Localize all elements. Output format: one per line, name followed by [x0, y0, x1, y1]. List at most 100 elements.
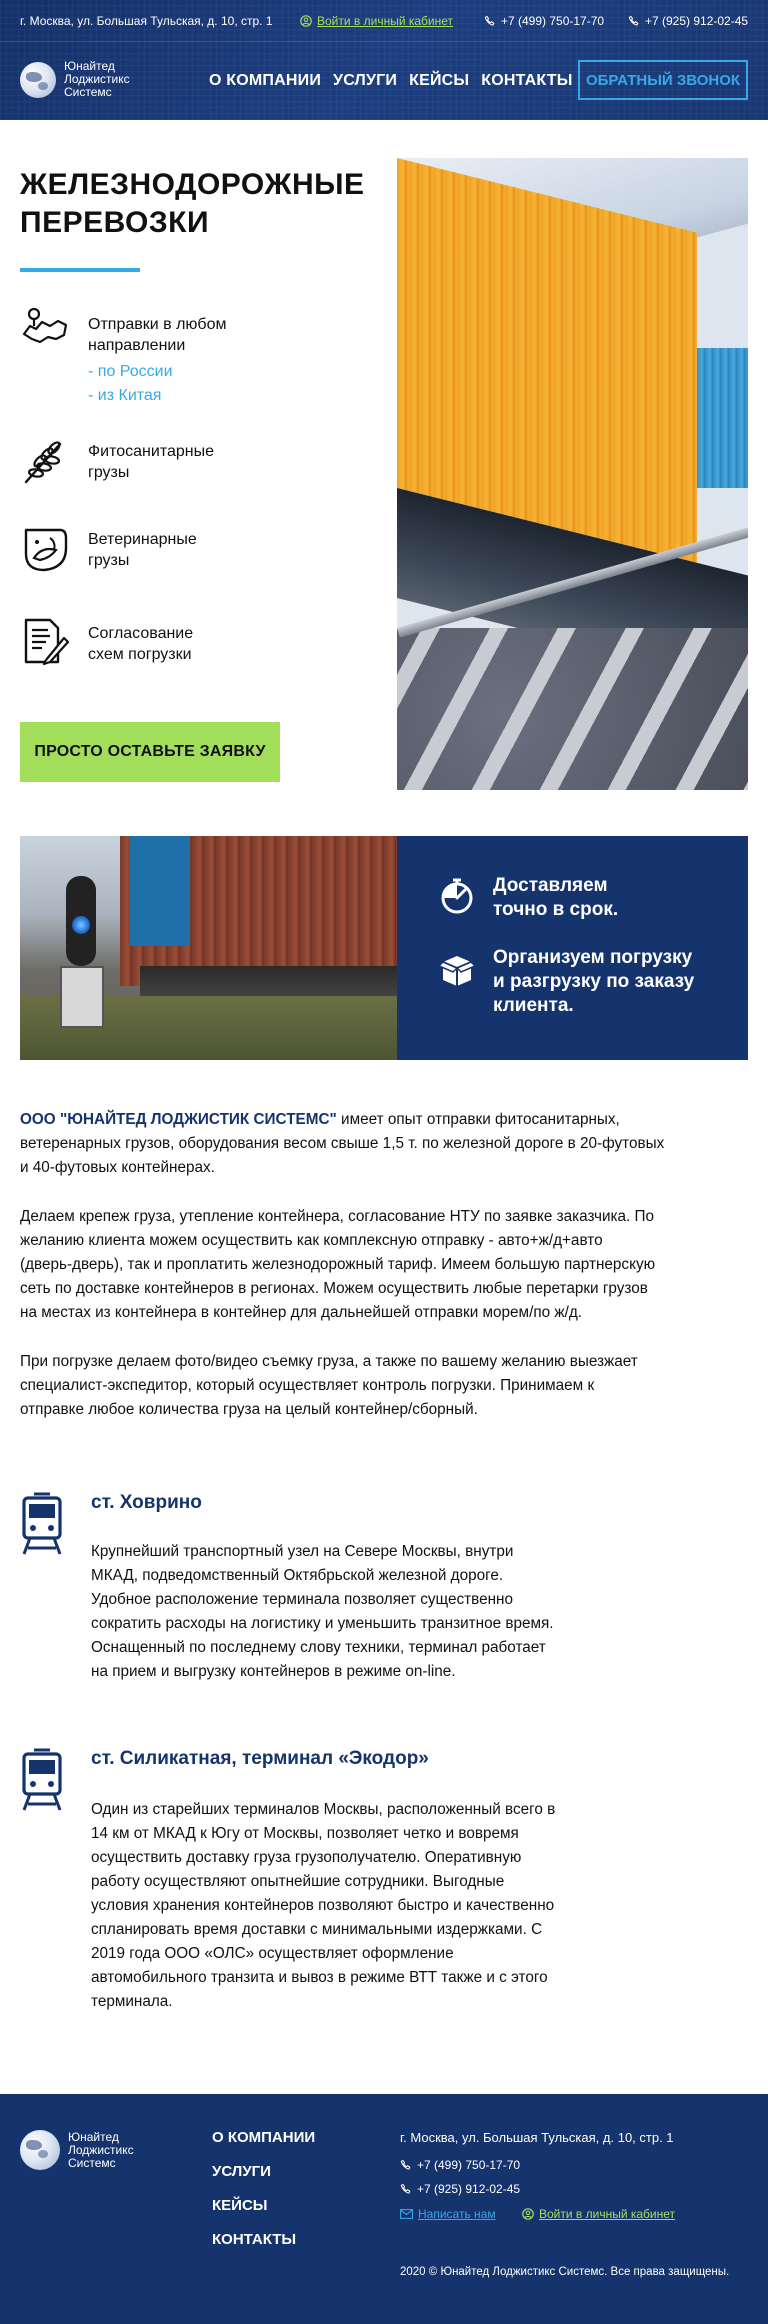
top-bar: г. Москва, ул. Большая Тульская, д. 10, … — [0, 0, 768, 42]
feature-any-direction: Отправки в любом направлении - по России… — [20, 304, 226, 404]
services-line-5: на местах из контейнера в контейнер для … — [20, 1304, 583, 1321]
fish-icon — [24, 528, 68, 572]
globe-logo-icon — [20, 2130, 60, 2170]
station-desc-line: условия хранения контейнеров позволяют б… — [91, 1897, 555, 1914]
footer-nav-about[interactable]: О КОМПАНИИ — [212, 2128, 315, 2162]
feature-phytosanitary: Фитосанитарные грузы — [20, 436, 214, 486]
services-paragraph: Делаем крепеж груза, утепление контейнер… — [20, 1205, 720, 1325]
header-phone-2[interactable]: +7 (925) 912-02-45 — [628, 14, 748, 28]
phone-icon — [484, 15, 495, 26]
feature-text: Фитосанитарные грузы — [88, 441, 214, 483]
feature-line-2: направлении — [88, 337, 186, 354]
header-phone-1[interactable]: +7 (499) 750-17-70 — [484, 14, 604, 28]
footer-address: г. Москва, ул. Большая Тульская, д. 10, … — [400, 2130, 674, 2145]
logo-text: Юнайтед Лоджистикс Системс — [64, 60, 130, 99]
footer-phone-2[interactable]: +7 (925) 912-02-45 — [400, 2182, 520, 2196]
logo[interactable]: Юнайтед Лоджистикс Системс — [20, 60, 130, 99]
services-line-4: сеть по доставке контейнеров в регионах.… — [20, 1280, 648, 1297]
footer-nav-contacts[interactable]: КОНТАКТЫ — [212, 2230, 315, 2264]
benefits-banner: Доставляем точно в срок. Организуем погр… — [20, 836, 748, 1060]
page-title-line-1: ЖЕЛЕЗНОДОРОЖНЫЕ — [20, 168, 365, 201]
hero-train-photo — [397, 158, 748, 790]
station-desc-line: терминала. — [91, 1993, 173, 2010]
footer-logo[interactable]: Юнайтед Лоджистикс Системс — [20, 2130, 134, 2170]
nav-item-about[interactable]: О КОМПАНИИ — [209, 72, 321, 90]
feature-line-2: схем погрузки — [88, 646, 192, 663]
copyright: 2020 © Юнайтед Лоджистикс Системс. Все п… — [400, 2266, 730, 2278]
login-link[interactable]: Войти в личный кабинет — [300, 14, 453, 28]
feature-text: Ветеринарные грузы — [88, 529, 197, 571]
user-circle-icon — [522, 2208, 534, 2220]
benefit-line-3: клиента. — [493, 995, 574, 1016]
benefit-line-2: точно в срок. — [493, 899, 619, 920]
write-us-link[interactable]: Написать нам — [400, 2207, 496, 2221]
station-desc-line: спланировать время доставки с минимальны… — [91, 1921, 543, 1938]
blue-wagon — [130, 836, 190, 946]
benefits-panel: Доставляем точно в срок. Организуем погр… — [397, 836, 748, 1060]
logo-line-2: Лоджистикс — [68, 2142, 134, 2157]
phone-icon — [628, 15, 639, 26]
nav-item-contacts[interactable]: КОНТАКТЫ — [481, 72, 572, 90]
station-desc-line: Один из старейших терминалов Москвы, рас… — [91, 1801, 556, 1818]
loading-line-3: отправке любое количества груза на целый… — [20, 1401, 478, 1418]
callback-button[interactable]: ОБРАТНЫЙ ЗВОНОК — [578, 60, 748, 100]
container-wagon-blue — [697, 348, 748, 488]
title-underline — [20, 268, 140, 272]
phone-2-label: +7 (925) 912-02-45 — [645, 14, 749, 28]
nav-item-cases[interactable]: КЕЙСЫ — [409, 72, 469, 90]
feature-text: Согласование схем погрузки — [88, 623, 193, 665]
station-desc-line: Оснащенный по последнему слову техники, … — [91, 1639, 546, 1656]
benefit-line-2: и разгрузку по заказу — [493, 971, 695, 992]
station-desc-line: осуществить доставку груза грузополучате… — [91, 1849, 522, 1866]
station-title: ст. Ховрино — [91, 1492, 202, 1513]
benefit-line-1: Доставляем — [493, 875, 608, 896]
site-footer: Юнайтед Лоджистикс Системс О КОМПАНИИ УС… — [0, 2094, 768, 2324]
signal-train-photo — [20, 836, 397, 1060]
feature-sub-china: - из Китая — [88, 387, 162, 404]
benefit-loading: Организуем погрузку и разгрузку по заказ… — [437, 947, 694, 1016]
track-ballast — [397, 628, 748, 790]
services-line-1: Делаем крепеж груза, утепление контейнер… — [20, 1208, 655, 1225]
station-desc-line: 2019 года ООО «ОЛС» осуществляет оформле… — [91, 1945, 454, 1962]
feature-veterinary: Ветеринарные грузы — [20, 524, 197, 574]
phone-1-label: +7 (499) 750-17-70 — [501, 14, 605, 28]
box-icon — [437, 956, 477, 986]
feature-sub-russia: - по России — [88, 363, 173, 380]
benefit-line-1: Организуем погрузку — [493, 947, 693, 968]
signal-light — [72, 916, 90, 934]
phone-icon — [400, 2159, 411, 2170]
signal-post — [60, 966, 104, 1028]
feature-line-1: Фитосанитарные — [88, 443, 214, 460]
station-desc-line: работу осуществляют опытнейшие сотрудник… — [91, 1873, 505, 1890]
footer-logo-text: Юнайтед Лоджистикс Системс — [68, 2130, 134, 2170]
footer-phone-2-label: +7 (925) 912-02-45 — [417, 2182, 521, 2196]
loading-line-2: специалист-экспедитор, который осуществл… — [20, 1377, 595, 1394]
request-button[interactable]: ПРОСТО ОСТАВЬТЕ ЗАЯВКУ — [20, 722, 280, 782]
footer-phone-1[interactable]: +7 (499) 750-17-70 — [400, 2158, 520, 2172]
nav-item-services[interactable]: УСЛУГИ — [333, 72, 397, 90]
loading-line-1: При погрузке делаем фото/видео съемку гр… — [20, 1353, 638, 1370]
services-line-3: (дверь-дверь), так и проплатить железнод… — [20, 1256, 656, 1273]
mail-icon — [400, 2209, 413, 2219]
station-desc-line: МКАД, подведомственный Октябрьской желез… — [91, 1567, 504, 1584]
document-icon — [24, 618, 70, 666]
feature-line-2: грузы — [88, 464, 130, 481]
services-line-2: желанию клиента можем осуществить как ко… — [20, 1232, 603, 1249]
train-icon — [22, 1492, 62, 1555]
feature-loading-schemes: Согласование схем погрузки — [20, 616, 193, 666]
footer-login-link[interactable]: Войти в личный кабинет — [522, 2207, 675, 2221]
write-us-label: Написать нам — [418, 2207, 496, 2221]
feature-line-1: Согласование — [88, 625, 194, 642]
station-desc-line: Удобное расположение терминала позволяет… — [91, 1591, 513, 1608]
footer-nav-services[interactable]: УСЛУГИ — [212, 2162, 315, 2196]
station-description: Крупнейший транспортный узел на Севере М… — [91, 1540, 591, 1684]
site-header: г. Москва, ул. Большая Тульская, д. 10, … — [0, 0, 768, 120]
main-nav: О КОМПАНИИ УСЛУГИ КЕЙСЫ КОНТАКТЫ — [209, 72, 573, 90]
feature-text: Отправки в любом направлении - по России… — [88, 314, 226, 408]
footer-nav: О КОМПАНИИ УСЛУГИ КЕЙСЫ КОНТАКТЫ — [212, 2128, 315, 2264]
company-name: ООО "ЮНАЙТЕД ЛОДЖИСТИК СИСТЕМС" — [20, 1111, 337, 1128]
benefit-text: Организуем погрузку и разгрузку по заказ… — [493, 946, 694, 1018]
login-label: Войти в личный кабинет — [317, 14, 454, 28]
footer-nav-cases[interactable]: КЕЙСЫ — [212, 2196, 315, 2230]
feature-line-2: грузы — [88, 552, 130, 569]
